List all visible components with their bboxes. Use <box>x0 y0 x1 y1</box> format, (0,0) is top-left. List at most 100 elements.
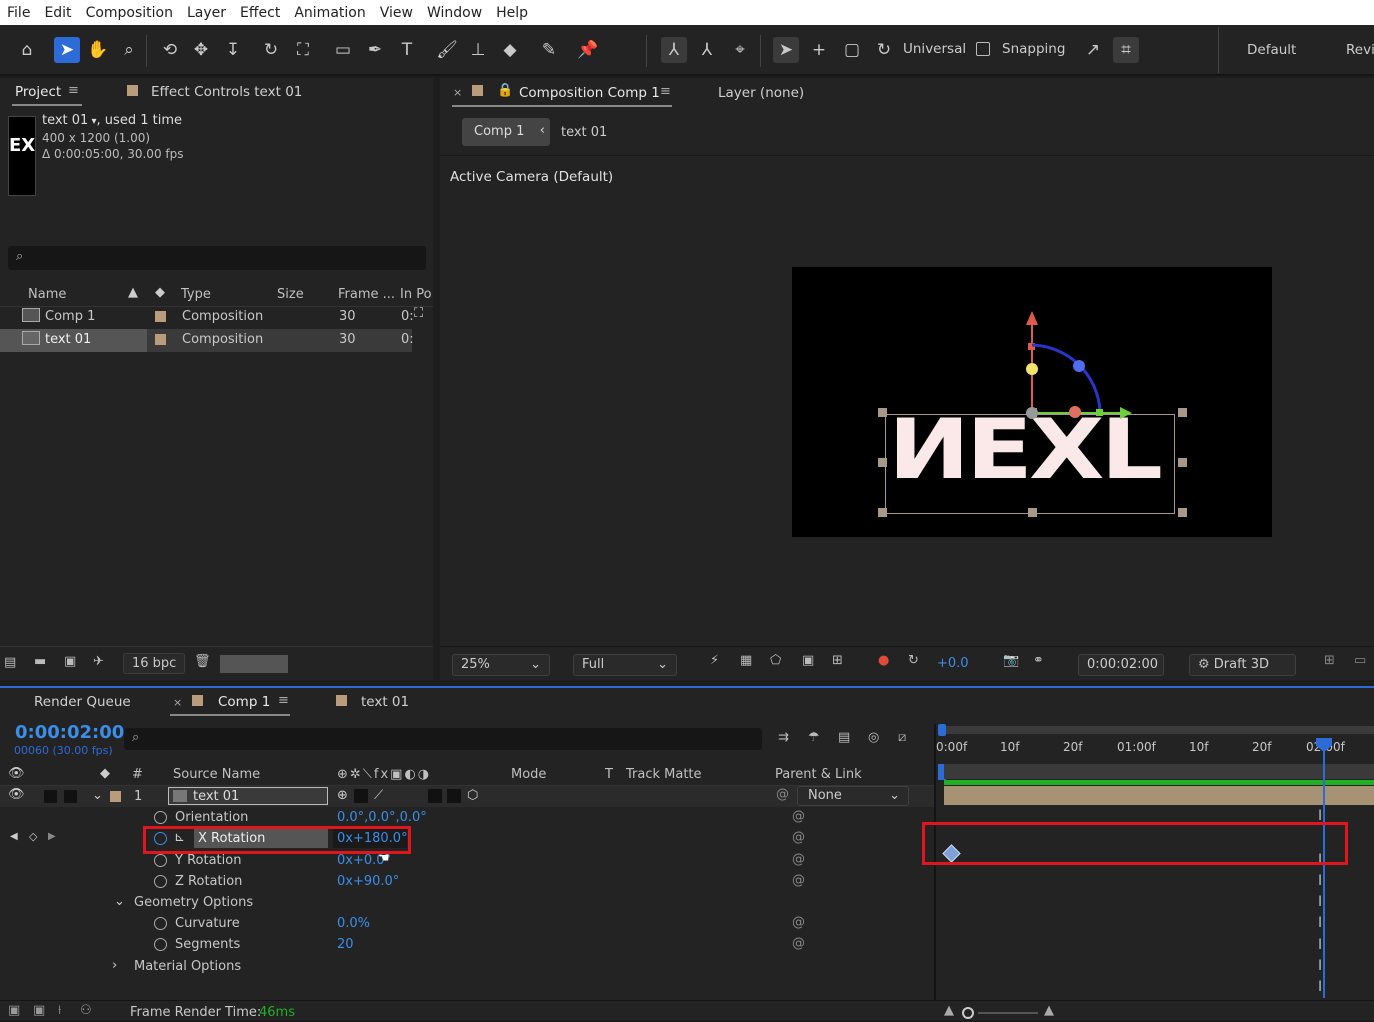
hand-tool-icon[interactable]: ✋ <box>85 37 111 63</box>
3d-select-icon[interactable]: ➤ <box>773 37 799 63</box>
stopwatch-icon[interactable] <box>154 917 167 930</box>
new-comp-icon[interactable]: ▣ <box>64 654 76 669</box>
roto-brush-icon[interactable]: ✎ <box>536 37 562 63</box>
in-out-icon[interactable]: ⟊ <box>58 1003 61 1018</box>
grid-guides-icon[interactable]: ⊞ <box>832 653 843 668</box>
menu-animation[interactable]: Animation <box>287 5 372 21</box>
collapse-icon[interactable]: ⌄ <box>92 788 103 803</box>
orbit-tool-icon[interactable]: ⟲ <box>157 37 183 63</box>
3d-rotate-icon[interactable]: ↻ <box>871 37 897 63</box>
dolly-tool-icon[interactable]: ↧ <box>220 37 246 63</box>
bpc-button[interactable]: 16 bpc <box>123 653 186 674</box>
lock-icon[interactable]: 🔒 <box>497 83 513 98</box>
prop-row-orientation[interactable]: Orientation 0.0°,0.0°,0.0° @ <box>0 807 934 828</box>
rotate-tool-icon[interactable]: ↻ <box>258 37 284 63</box>
timeline-search-input[interactable]: ⌕ <box>124 728 762 750</box>
thumb-slider[interactable] <box>220 655 288 673</box>
col-type[interactable]: Type <box>181 287 211 302</box>
prop-row-curvature[interactable]: Curvature 0.0% @ <box>0 913 934 934</box>
menu-view[interactable]: View <box>373 5 420 21</box>
next-keyframe-icon[interactable]: ▶ <box>48 831 56 842</box>
workspace-review[interactable]: Revi <box>1346 42 1374 58</box>
col-name[interactable]: Name <box>28 287 66 302</box>
menu-composition[interactable]: Composition <box>79 5 180 21</box>
snapping-checkbox[interactable] <box>976 42 990 56</box>
layer-row[interactable]: 👁 ⌄ 1 text 01 ⊕ ⟋ ⬡ @ None ⌄ <box>0 786 934 807</box>
3d-scale-icon[interactable]: ▢ <box>839 37 865 63</box>
shy-layers-icon[interactable]: ☂ <box>808 730 820 745</box>
motion-blur-icon[interactable]: ◎ <box>868 730 879 745</box>
folder-icon[interactable]: ▬ <box>34 654 46 669</box>
expand-icon[interactable]: ⌄ <box>114 894 125 909</box>
flowchart-icon[interactable]: ⛶ <box>414 306 423 321</box>
rectangle-tool-icon[interactable]: ▭ <box>330 37 356 63</box>
snap-options-icon[interactable]: ↗ <box>1080 37 1106 63</box>
playhead[interactable] <box>1323 740 1325 998</box>
view-layout-icon[interactable]: ▭ <box>1354 653 1366 668</box>
close-icon[interactable]: × <box>453 86 462 99</box>
pickwhip-icon[interactable]: @ <box>792 852 805 867</box>
zoom-slider-handle[interactable] <box>962 1007 974 1019</box>
col-size[interactable]: Size <box>277 287 304 302</box>
pickwhip-icon[interactable]: @ <box>792 915 805 930</box>
col-source-name[interactable]: Source Name <box>173 767 260 782</box>
tab-comp-1[interactable]: Comp 1 <box>218 694 270 710</box>
tab-effect-controls[interactable]: Effect Controls text 01 <box>151 84 302 100</box>
project-row[interactable]: Comp 1 Composition 30 0: ⛶ <box>0 306 423 329</box>
pin-icon[interactable]: ✈ <box>93 654 104 669</box>
3d-view-icon[interactable]: ⊞ <box>1324 653 1335 668</box>
3d-move-icon[interactable]: + <box>806 37 832 63</box>
prop-row-x-rotation[interactable]: ◀ ◇ ▶ ⊾ X Rotation 0x+180.0° @ <box>0 828 934 850</box>
workspace-default[interactable]: Default <box>1247 42 1296 58</box>
tab-render-queue[interactable]: Render Queue <box>34 694 131 710</box>
reset-exposure-icon[interactable]: ↻ <box>908 653 919 668</box>
puppet-pin-icon[interactable]: 📌 <box>575 37 601 63</box>
graph-editor-icon[interactable]: ⧄ <box>898 730 906 745</box>
collapse-transform-icon[interactable]: ⊕ <box>337 788 348 803</box>
tab-composition[interactable]: Composition Comp 1 <box>519 85 660 101</box>
stopwatch-icon[interactable] <box>154 811 167 824</box>
menu-help[interactable]: Help <box>489 5 535 21</box>
channel-icon[interactable]: ● <box>878 653 889 668</box>
prev-keyframe-icon[interactable]: ◀ <box>10 831 18 842</box>
menu-effect[interactable]: Effect <box>233 5 287 21</box>
eye-icon[interactable]: 👁 <box>8 787 25 802</box>
close-icon[interactable]: × <box>173 696 182 709</box>
prop-group-material[interactable]: › Material Options <box>0 956 934 977</box>
fast-preview-icon[interactable]: ⚡ <box>710 653 719 668</box>
menu-edit[interactable]: Edit <box>37 5 78 21</box>
prop-row-z-rotation[interactable]: Z Rotation 0x+90.0° @ <box>0 871 934 892</box>
exposure-value[interactable]: +0.0 <box>937 656 969 671</box>
add-keyframe-icon[interactable]: ◇ <box>29 830 37 843</box>
panel-menu-icon[interactable]: ≡ <box>278 693 289 708</box>
pickwhip-icon[interactable]: @ <box>792 936 805 951</box>
zoom-dropdown[interactable]: 25% ⌄ <box>452 654 550 676</box>
pickwhip-icon[interactable]: @ <box>792 830 805 845</box>
render-time-icon[interactable]: ⚇ <box>80 1003 92 1018</box>
layer-switches-icon[interactable]: ▣ <box>8 1003 20 1018</box>
layer-clip-bar[interactable] <box>944 786 1374 805</box>
brush-tool-icon[interactable]: 🖌 <box>434 37 460 63</box>
menu-window[interactable]: Window <box>420 5 489 21</box>
view-axis-icon[interactable]: ⌖ <box>727 37 753 63</box>
region-of-interest-icon[interactable]: ▣ <box>802 653 814 668</box>
prop-row-segments[interactable]: Segments 20 @ <box>0 934 934 956</box>
prop-group-geometry[interactable]: ⌄ Geometry Options <box>0 892 934 913</box>
pan-tool-icon[interactable]: ✥ <box>188 37 214 63</box>
3d-gizmo[interactable] <box>1012 307 1142 427</box>
timecode-display[interactable]: 0:00:02:00 <box>1078 654 1164 676</box>
transfer-controls-icon[interactable]: ▣ <box>33 1003 45 1018</box>
breadcrumb-layer[interactable]: text 01 <box>561 125 607 140</box>
col-in[interactable]: In Po <box>400 287 432 302</box>
renderer-button[interactable]: ⚙ Draft 3D <box>1189 654 1296 676</box>
frame-blending-icon[interactable]: ▤ <box>838 730 850 745</box>
work-area-bar[interactable] <box>942 726 1374 734</box>
show-snapshot-icon[interactable]: ⚭ <box>1033 653 1044 668</box>
comp-canvas[interactable]: ИEXL <box>792 267 1272 537</box>
type-tool-icon[interactable]: T <box>394 37 420 63</box>
panel-menu-icon[interactable]: ≡ <box>660 84 671 99</box>
zoom-tool-icon[interactable]: ⌕ <box>116 37 142 63</box>
home-icon[interactable]: ⌂ <box>14 37 40 63</box>
panel-menu-icon[interactable]: ≡ <box>68 83 79 98</box>
zoom-in-icon[interactable]: ▲ <box>1044 1003 1054 1018</box>
